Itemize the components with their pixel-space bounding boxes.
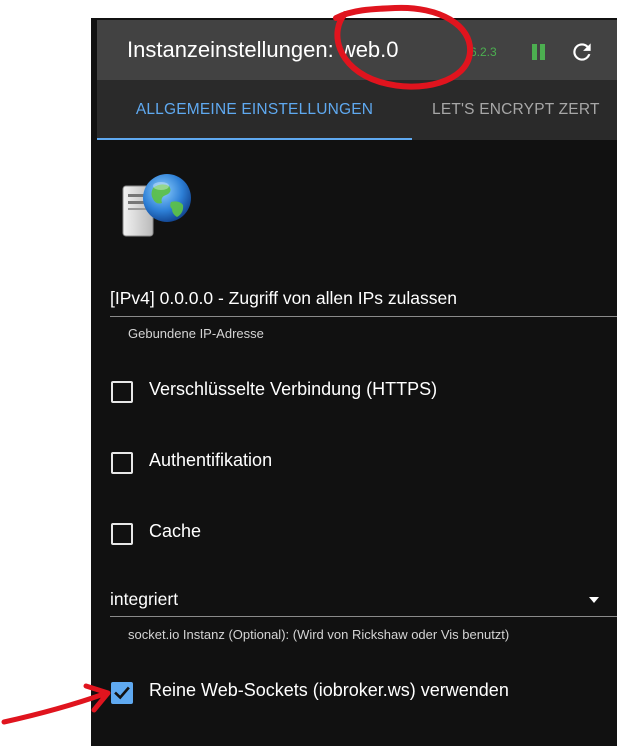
ip-address-select[interactable]: [IPv4] 0.0.0.0 - Zugriff von allen IPs z…	[110, 288, 457, 309]
server-globe-icon	[122, 174, 191, 237]
websockets-label: Reine Web-Sockets (iobroker.ws) verwende…	[149, 680, 509, 700]
socket-instance-select[interactable]: integriert	[110, 589, 178, 610]
pause-button[interactable]	[527, 41, 549, 63]
ip-select-underline	[110, 316, 617, 317]
websockets-checkbox[interactable]	[111, 682, 133, 704]
tab-letsencrypt[interactable]: LET'S ENCRYPT ZERT	[432, 80, 600, 140]
check-icon	[114, 686, 130, 700]
ip-select-helper: Gebundene IP-Adresse	[128, 326, 264, 341]
socket-select-helper: socket.io Instanz (Optional): (Wird von …	[128, 627, 510, 642]
pause-icon	[532, 44, 537, 60]
tab-general-settings[interactable]: ALLGEMEINE EINSTELLUNGEN	[97, 80, 412, 140]
https-checkbox[interactable]	[111, 381, 133, 403]
red-arrow-annotation	[1, 691, 107, 725]
socket-select-underline	[110, 616, 617, 617]
tab-bar: ALLGEMEINE EINSTELLUNGEN LET'S ENCRYPT Z…	[97, 80, 617, 140]
reload-icon[interactable]	[569, 39, 595, 65]
dialog-header: Instanzeinstellungen: web.0 6.2.3	[97, 20, 617, 80]
instance-settings-dialog: Instanzeinstellungen: web.0 6.2.3 ALLGEM…	[91, 18, 617, 746]
version-label: 6.2.3	[470, 45, 497, 59]
auth-label: Authentifikation	[149, 450, 273, 470]
auth-checkbox[interactable]	[111, 452, 133, 474]
cache-checkbox[interactable]	[111, 523, 133, 545]
cache-label: Cache	[149, 521, 202, 541]
page-title: Instanzeinstellungen: web.0	[127, 37, 399, 62]
chevron-down-icon[interactable]	[589, 597, 599, 603]
https-label: Verschlüsselte Verbindung (HTTPS)	[149, 379, 438, 399]
